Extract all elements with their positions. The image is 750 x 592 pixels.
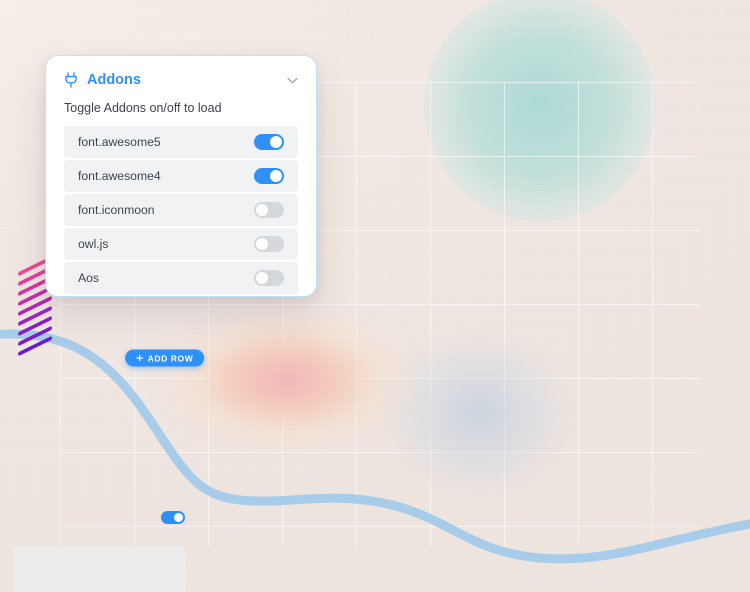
addons-subtitle: Toggle Addons on/off to load	[64, 101, 222, 115]
addons-panel-header: Addons	[64, 72, 298, 88]
addon-toggle[interactable]	[254, 168, 284, 184]
addon-name: font.awesome5	[78, 135, 161, 149]
plus-icon	[135, 354, 143, 362]
addons-list: font.awesome5 font.awesome4 font.iconmoo…	[64, 126, 298, 294]
list-item[interactable]: Aos	[64, 262, 298, 294]
addon-name: Aos	[78, 271, 100, 285]
addon-toggle[interactable]	[254, 202, 284, 218]
addons-panel: Addons Toggle Addons on/off to load font…	[45, 55, 317, 297]
list-item[interactable]: font.awesome4	[64, 160, 298, 192]
addon-toggle[interactable]	[254, 236, 284, 252]
chevron-down-icon[interactable]	[287, 77, 298, 84]
plug-icon	[64, 72, 78, 88]
addon-name: font.iconmoon	[78, 203, 155, 217]
add-row-button[interactable]: ADD ROW	[124, 349, 205, 367]
list-item[interactable]: owl.js	[64, 228, 298, 260]
screenshot-stage: Addons Toggle Addons on/off to load font…	[0, 0, 750, 592]
addon-toggle[interactable]	[254, 134, 284, 150]
list-item[interactable]: font.iconmoon	[64, 194, 298, 226]
addon-name: owl.js	[78, 237, 109, 251]
css-optimization-toggle[interactable]	[161, 511, 185, 524]
add-row-label: ADD ROW	[147, 353, 194, 363]
addon-name: font.awesome4	[78, 169, 161, 183]
list-item[interactable]: font.awesome5	[64, 126, 298, 158]
exclude-css-textarea[interactable]	[13, 546, 185, 592]
addon-toggle[interactable]	[254, 270, 284, 286]
addons-panel-title: Addons	[87, 72, 141, 88]
